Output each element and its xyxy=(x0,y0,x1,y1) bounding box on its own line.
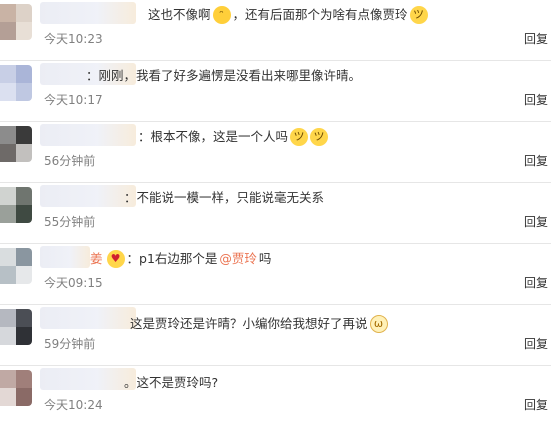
avatar-pixel xyxy=(0,65,16,83)
avatar-pixel xyxy=(0,388,16,406)
username-blurred[interactable] xyxy=(40,124,136,146)
sweat-emoji-icon: ᵔ xyxy=(212,6,231,24)
comment-body: ：p1右边那个是 xyxy=(126,251,218,266)
avatar[interactable] xyxy=(0,309,32,345)
avatar-pixel xyxy=(16,4,32,22)
avatar-pixel xyxy=(16,65,32,83)
reply-button[interactable]: 回复 xyxy=(524,91,548,108)
comment-body: ：不能说一模一样，只能说毫无关系 xyxy=(124,190,325,205)
comment-text: 。这不是贾玲吗? xyxy=(124,374,218,392)
avatar-pixel xyxy=(0,144,16,162)
shrug-emoji-icon: ツ xyxy=(409,6,428,24)
reply-button[interactable]: 回复 xyxy=(524,274,548,291)
comment-body: 这是贾玲还是许晴？小编你给我想好了再说 xyxy=(130,316,368,331)
avatar[interactable] xyxy=(0,65,32,101)
shrug-emoji-icon: ツ xyxy=(310,128,329,146)
avatar-pixel xyxy=(16,187,32,205)
avatar-pixel xyxy=(16,370,32,388)
mention-link[interactable]: @贾玲 xyxy=(219,250,257,268)
avatar[interactable] xyxy=(0,370,32,406)
comment-body-extra: 吗 xyxy=(258,251,272,266)
avatar-pixel xyxy=(0,187,16,205)
username-blurred[interactable] xyxy=(40,307,136,329)
username-blurred[interactable] xyxy=(40,2,136,24)
comment-text: ：刚刚，我看了好多遍愣是没看出来哪里像许晴。 xyxy=(86,67,361,85)
comment-item: 。这不是贾玲吗? 今天10:24 回复 xyxy=(0,366,551,427)
username-blurred[interactable] xyxy=(40,368,136,390)
comment-text: 这也不像啊 ᵔ ，还有后面那个为啥有点像贾玲 ツ xyxy=(148,6,428,24)
comment-item: ：刚刚，我看了好多遍愣是没看出来哪里像许晴。 今天10:17 回复 xyxy=(0,61,551,122)
avatar-pixel xyxy=(0,4,16,22)
comment-text: ：根本不像，这是一个人吗 ツ ツ xyxy=(138,128,329,146)
avatar-pixel xyxy=(0,126,16,144)
reply-button[interactable]: 回复 xyxy=(524,30,548,47)
shrug-emoji-icon: ツ xyxy=(290,128,309,146)
avatar-pixel xyxy=(16,126,32,144)
comment-text: ：不能说一模一样，只能说毫无关系 xyxy=(124,189,324,207)
comment-text: 这是贾玲还是许晴？小编你给我想好了再说 ω xyxy=(130,315,388,333)
avatar-pixel xyxy=(16,22,32,40)
avatar-pixel xyxy=(0,327,16,345)
avatar[interactable] xyxy=(0,126,32,162)
comment-timestamp: 55分钟前 xyxy=(44,215,96,229)
comment-body: 。这不是贾玲吗? xyxy=(124,375,219,390)
avatar-pixel xyxy=(0,22,16,40)
comment-timestamp: 今天10:23 xyxy=(44,32,103,46)
comment-item: 姜 ♥ ：p1右边那个是 @贾玲 吗 今天09:15 回复 xyxy=(0,244,551,305)
cat-emoji-icon: ω xyxy=(369,315,388,333)
avatar-pixel xyxy=(0,83,16,101)
comment-body-extra: ，还有后面那个为啥有点像贾玲 xyxy=(232,7,408,22)
avatar-pixel xyxy=(16,205,32,223)
reply-button[interactable]: 回复 xyxy=(524,213,548,230)
avatar-pixel xyxy=(0,370,16,388)
username-tail[interactable]: 姜 xyxy=(90,250,103,268)
avatar[interactable] xyxy=(0,4,32,40)
avatar-pixel xyxy=(16,144,32,162)
avatar-pixel xyxy=(16,327,32,345)
avatar-pixel xyxy=(16,388,32,406)
comment-timestamp: 今天09:15 xyxy=(44,276,103,290)
comment-body: 这也不像啊 xyxy=(148,7,211,22)
comment-item: 这是贾玲还是许晴？小编你给我想好了再说 ω 59分钟前 回复 xyxy=(0,305,551,366)
comment-item: ：不能说一模一样，只能说毫无关系 55分钟前 回复 xyxy=(0,183,551,244)
comment-list: 这也不像啊 ᵔ ，还有后面那个为啥有点像贾玲 ツ 今天10:23 回复 ：刚刚，… xyxy=(0,0,551,427)
comment-timestamp: 今天10:24 xyxy=(44,398,103,412)
comment-body: ：刚刚，我看了好多遍愣是没看出来哪里像许晴。 xyxy=(86,68,362,83)
comment-timestamp: 56分钟前 xyxy=(44,154,96,168)
avatar[interactable] xyxy=(0,248,32,284)
heart-eyes-emoji-icon: ♥ xyxy=(106,250,125,268)
avatar-pixel xyxy=(0,205,16,223)
comment-item: 这也不像啊 ᵔ ，还有后面那个为啥有点像贾玲 ツ 今天10:23 回复 xyxy=(0,0,551,61)
reply-button[interactable]: 回复 xyxy=(524,396,548,413)
username-blurred[interactable] xyxy=(40,185,136,207)
comment-timestamp: 59分钟前 xyxy=(44,337,96,351)
avatar-pixel xyxy=(0,266,16,284)
comment-body: ：根本不像，这是一个人吗 xyxy=(138,129,289,144)
avatar[interactable] xyxy=(0,187,32,223)
avatar-pixel xyxy=(16,266,32,284)
avatar-pixel xyxy=(0,248,16,266)
avatar-pixel xyxy=(16,309,32,327)
comment-text: 姜 ♥ ：p1右边那个是 @贾玲 吗 xyxy=(90,250,271,268)
avatar-pixel xyxy=(16,83,32,101)
comment-timestamp: 今天10:17 xyxy=(44,93,103,107)
avatar-pixel xyxy=(0,309,16,327)
username-blurred[interactable] xyxy=(40,246,90,268)
reply-button[interactable]: 回复 xyxy=(524,335,548,352)
comment-item: ：根本不像，这是一个人吗 ツ ツ 56分钟前 回复 xyxy=(0,122,551,183)
avatar-pixel xyxy=(16,248,32,266)
reply-button[interactable]: 回复 xyxy=(524,152,548,169)
